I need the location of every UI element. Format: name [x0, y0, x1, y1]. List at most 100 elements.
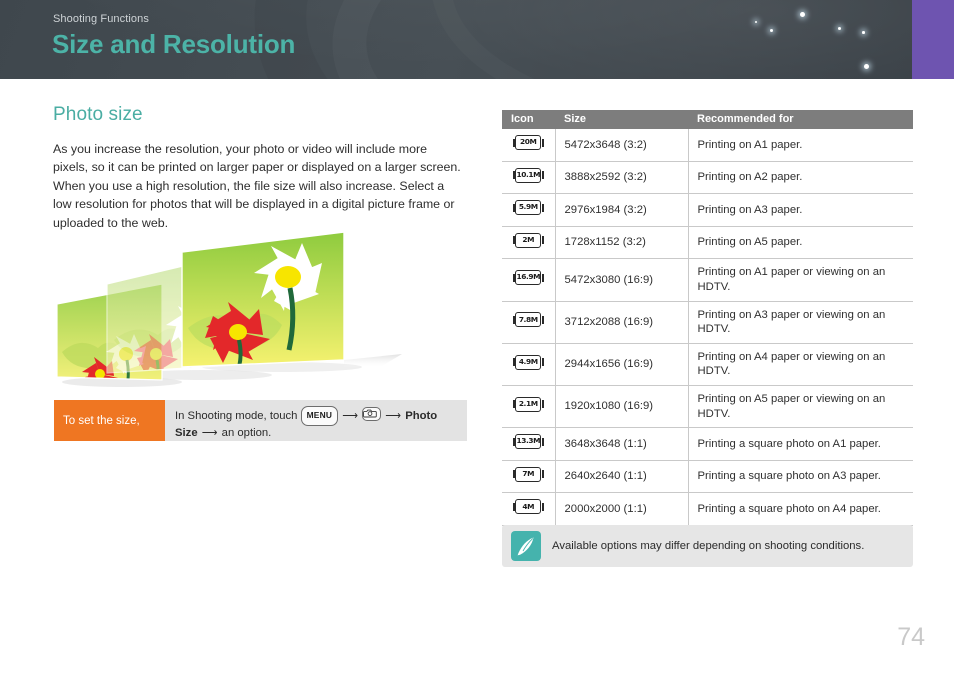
megapixel-badge-label: 7.8M: [518, 314, 538, 324]
size-cell: 2640x2640 (1:1): [555, 460, 689, 494]
recommended-cell: Printing on A3 paper.: [688, 193, 913, 227]
resolution-badge-cell: 20M: [502, 129, 556, 162]
table-row: 7.8M 3712x2088 (16:9) Printing on A3 paper…: [502, 301, 913, 344]
megapixel-badge-icon: 2.1M: [512, 396, 544, 412]
megapixel-badge-label: 20M: [520, 137, 537, 147]
megapixel-badge-icon: 7.8M: [512, 312, 544, 328]
resolution-badge-cell: 13.3M: [502, 427, 556, 461]
megapixel-badge-icon: 13.3M: [512, 434, 544, 450]
recommended-cell: Printing a square photo on A3 paper.: [688, 460, 913, 494]
resolution-badge-cell: 16.9M: [502, 258, 556, 302]
photo-size-table: Icon Size Recommended for 20M 5472x3648 (…: [502, 110, 913, 559]
tip-label: To set the size,: [54, 400, 165, 441]
resolution-badge-cell: 7M: [502, 460, 556, 494]
size-cell: 3888x2592 (3:2): [555, 161, 689, 195]
megapixel-badge-label: 2M: [522, 234, 535, 244]
table-row: 5.9M 2976x1984 (3:2) Printing on A3 paper.: [502, 193, 913, 227]
recommended-cell: Printing on A5 paper or viewing on an HD…: [688, 385, 913, 429]
recommended-cell: Printing on A4 paper or viewing on an HD…: [688, 343, 913, 386]
megapixel-badge-icon: 20M: [512, 135, 544, 150]
column-header-recommended: Recommended for: [688, 110, 913, 129]
resolution-badge-cell: 2.1M: [502, 385, 556, 429]
sparkle-icon: [800, 12, 805, 17]
column-header-size: Size: [555, 110, 688, 129]
recommended-cell: Printing on A3 paper or viewing on an HD…: [688, 301, 913, 344]
megapixel-badge-label: 5.9M: [518, 202, 538, 212]
recommended-cell: Printing on A2 paper.: [688, 161, 913, 195]
megapixel-badge-label: 13.3M: [516, 436, 541, 446]
table-row: 20M 5472x3648 (3:2) Printing on A1 paper.: [502, 129, 913, 162]
megapixel-badge-icon: 5.9M: [512, 200, 544, 216]
table-header-row: Icon Size Recommended for: [502, 110, 913, 129]
size-cell: 1920x1080 (16:9): [555, 385, 689, 429]
megapixel-badge-label: 4.9M: [518, 356, 538, 366]
sparkle-icon: [770, 29, 773, 32]
megapixel-badge-label: 2.1M: [518, 398, 538, 408]
table-body: 20M 5472x3648 (3:2) Printing on A1 paper. 1…: [502, 129, 913, 559]
table-row: 2.1M 1920x1080 (16:9) Printing on A5 paper…: [502, 385, 913, 429]
arrow-icon: ⟶: [201, 426, 218, 439]
size-cell: 2000x2000 (1:1): [555, 492, 689, 526]
megapixel-badge-label: 10.1M: [516, 169, 541, 179]
recommended-cell: Printing a square photo on A1 paper.: [688, 427, 913, 461]
megapixel-badge-icon: 16.9M: [512, 270, 544, 286]
note-callout: Available options may differ depending o…: [502, 525, 913, 567]
sparkle-icon: [862, 31, 865, 34]
resolution-badge-cell: 4M: [502, 492, 556, 526]
section-heading: Photo size: [53, 104, 143, 125]
tip-body: In Shooting mode, touch MENU ⟶ ⟶ Photo S…: [165, 400, 467, 441]
recommended-cell: Printing on A5 paper.: [688, 226, 913, 260]
arrow-icon: ⟶: [342, 410, 358, 422]
megapixel-badge-icon: 2M: [512, 232, 544, 248]
camera-icon[interactable]: [362, 407, 382, 421]
resolution-badge-cell: 4.9M: [502, 343, 556, 386]
table-row: 13.3M 3648x3648 (1:1) Printing a square ph…: [502, 427, 913, 461]
table-row: 10.1M 3888x2592 (3:2) Printing on A2 paper…: [502, 161, 913, 195]
size-cell: 2976x1984 (3:2): [555, 193, 689, 227]
page-header: Shooting Functions Size and Resolution: [0, 0, 954, 79]
table-row: 7M 2640x2640 (1:1) Printing a square photo…: [502, 460, 913, 494]
photo-size-illustration: [52, 231, 472, 397]
tip-text-after: an option.: [221, 426, 272, 439]
page-number: 74: [897, 623, 925, 651]
megapixel-badge-label: 4M: [522, 501, 535, 511]
resolution-badge-cell: 7.8M: [502, 301, 556, 344]
feather-pen-icon: [511, 531, 541, 561]
resolution-badge-cell: 10.1M: [502, 161, 556, 195]
arrow-icon: ⟶: [385, 410, 402, 422]
page-title: Size and Resolution: [52, 29, 296, 59]
tip-text-before: In Shooting mode, touch: [175, 410, 298, 422]
megapixel-badge-label: 16.9M: [516, 272, 541, 282]
size-cell: 3648x3648 (1:1): [555, 427, 689, 461]
megapixel-badge-icon: 7M: [512, 466, 544, 482]
size-cell: 2944x1656 (16:9): [555, 343, 689, 386]
table-row: 4.9M 2944x1656 (16:9) Printing on A4 paper…: [502, 343, 913, 386]
megapixel-badge-label: 7M: [522, 468, 535, 478]
sparkle-icon: [864, 64, 869, 69]
size-cell: 5472x3080 (16:9): [555, 258, 689, 302]
sparkle-icon: [755, 21, 757, 23]
table-row: 16.9M 5472x3080 (16:9) Printing on A1 pape…: [502, 258, 913, 302]
breadcrumb: Shooting Functions: [53, 13, 149, 25]
size-cell: 1728x1152 (3:2): [555, 226, 689, 260]
size-cell: 3712x2088 (16:9): [555, 301, 689, 344]
megapixel-badge-icon: 4.9M: [512, 354, 544, 370]
table-row: 2M 1728x1152 (3:2) Printing on A5 paper.: [502, 226, 913, 260]
header-accent-band: [912, 0, 954, 79]
header-swoosh-light-2: [415, 0, 954, 79]
recommended-cell: Printing a square photo on A4 paper.: [688, 492, 913, 526]
size-cell: 5472x3648 (3:2): [555, 129, 689, 162]
resolution-badge-cell: 2M: [502, 226, 556, 260]
megapixel-badge-icon: 4M: [512, 499, 544, 515]
column-header-icon: Icon: [502, 110, 555, 129]
table-row: 4M 2000x2000 (1:1) Printing a square photo…: [502, 492, 913, 526]
megapixel-badge-icon: 10.1M: [512, 167, 544, 183]
recommended-cell: Printing on A1 paper.: [688, 129, 913, 162]
resolution-badge-cell: 5.9M: [502, 193, 556, 227]
left-column: Photo size As you increase the resolutio…: [53, 104, 468, 232]
menu-button[interactable]: MENU: [300, 406, 339, 426]
section-body-text: As you increase the resolution, your pho…: [53, 142, 461, 230]
tip-callout: To set the size, In Shooting mode, touch…: [54, 400, 467, 441]
sparkle-icon: [838, 27, 841, 30]
recommended-cell: Printing on A1 paper or viewing on an HD…: [688, 258, 913, 302]
